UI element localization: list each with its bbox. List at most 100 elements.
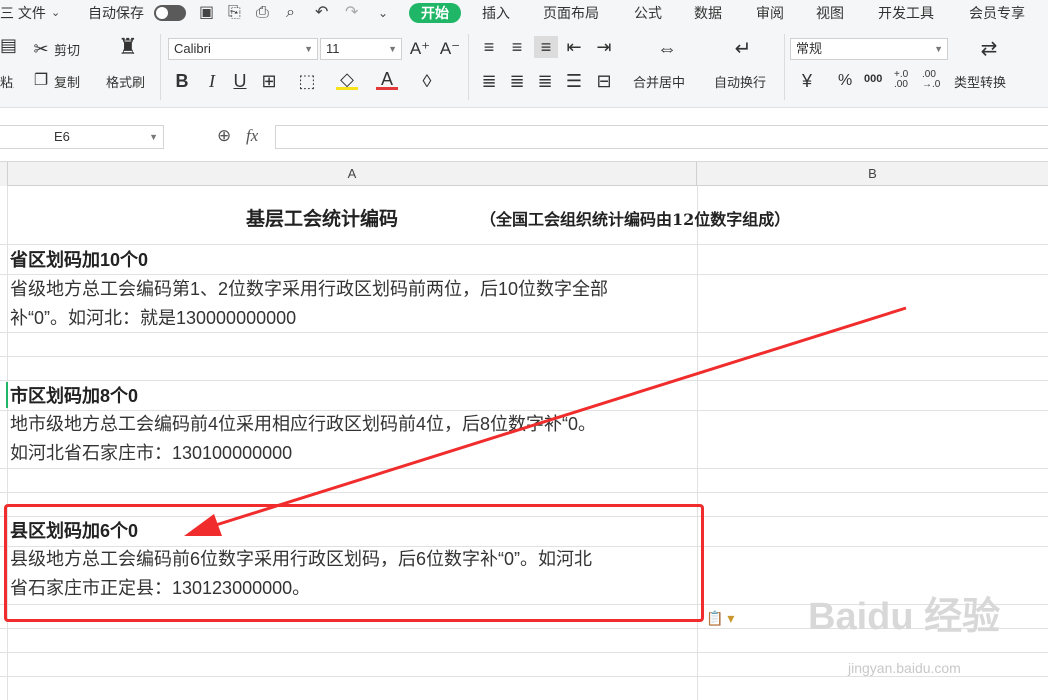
scissors-icon[interactable]: ✂ — [30, 38, 52, 60]
print-preview-icon[interactable]: ⌕ — [286, 3, 295, 23]
ribbon: ▤ 粘贴 ✂ 剪切 ❐ 复制 ♜ 格式刷 Calibri ▼ 11 ▼ A⁺ A… — [0, 26, 1048, 108]
merge-center-button[interactable]: 合并居中 — [633, 74, 685, 92]
cut-button[interactable]: 剪切 — [54, 42, 80, 60]
border-icon[interactable]: ⊞ — [258, 70, 280, 92]
fill-pattern-icon[interactable]: ⬚ — [296, 70, 318, 92]
align-center-icon[interactable]: ≣ — [506, 70, 528, 92]
more-icon[interactable]: ⌄ — [378, 3, 388, 23]
paste-button[interactable]: 粘贴 — [0, 74, 14, 92]
increase-font-icon[interactable]: A⁺ — [408, 38, 432, 60]
format-painter-icon[interactable]: ♜ — [115, 36, 141, 58]
tab-data[interactable]: 数据 — [694, 3, 722, 23]
chevron-down-icon: ▼ — [388, 44, 397, 54]
sheet-subtitle: （全国工会组织统计编码由12位数字组成） — [480, 210, 791, 229]
underline-icon[interactable]: U — [230, 70, 250, 92]
grid-line — [697, 186, 698, 700]
tab-member[interactable]: 会员专享 — [969, 3, 1025, 23]
eraser-icon[interactable]: ◊ — [416, 70, 438, 92]
font-color-icon[interactable]: A — [376, 70, 398, 90]
column-header-a[interactable]: A — [8, 162, 697, 186]
tab-review[interactable]: 审阅 — [756, 3, 784, 23]
export-icon[interactable]: ⎘ — [228, 3, 241, 23]
name-box-value: E6 — [54, 129, 70, 144]
wrap-text-icon[interactable]: ↵ — [728, 38, 758, 60]
tab-insert[interactable]: 插入 — [482, 3, 510, 23]
grid-line — [0, 332, 1048, 333]
align-right-icon[interactable]: ≣ — [534, 70, 556, 92]
tab-formulas[interactable]: 公式 — [634, 3, 662, 23]
chevron-down-icon: ▼ — [304, 44, 313, 54]
sheet-title: 基层工会统计编码 — [246, 208, 399, 230]
formula-bar: E6 ▼ ⊕ fx — [0, 108, 1048, 160]
bold-icon[interactable]: B — [172, 70, 192, 92]
align-bottom-icon[interactable]: ≡ — [534, 36, 558, 58]
highlight-box — [4, 504, 704, 622]
paste-options-icon[interactable]: 📋 ▾ — [706, 610, 734, 627]
autosave-label: 自动保存 — [88, 5, 144, 21]
decrease-font-icon[interactable]: A⁻ — [438, 38, 462, 60]
grid-line — [0, 356, 1048, 357]
decimal-decrease-button[interactable]: .00 →.0 — [922, 70, 946, 90]
justify-icon[interactable]: ☰ — [563, 70, 585, 92]
indent-decrease-icon[interactable]: ⇤ — [563, 36, 585, 58]
wrap-text-button[interactable]: 自动换行 — [714, 74, 766, 92]
column-header-bar: A B — [0, 161, 1048, 186]
tab-page-layout[interactable]: 页面布局 — [543, 3, 599, 23]
zoom-icon[interactable]: ⊕ — [217, 126, 231, 146]
file-menu[interactable]: 三 文件 — [0, 3, 46, 23]
save-icon[interactable]: ▣ — [199, 3, 214, 23]
grid-line — [0, 492, 1048, 493]
merge-center-icon[interactable]: ⇔ — [652, 38, 682, 60]
fx-button[interactable]: fx — [246, 126, 258, 146]
tab-home[interactable]: 开始 — [409, 3, 461, 23]
undo-icon[interactable]: ↶ — [315, 3, 328, 23]
print-icon[interactable]: ⎙ — [256, 3, 269, 23]
section-text-province-line2: 补“0”。如河北：就是130000000000 — [10, 308, 297, 328]
decimal-increase-button[interactable]: +.0 .00 — [894, 70, 916, 90]
menu-bar: 三 文件 ⌄ 自动保存 ▣ ⎘ ⎙ ⌕ ↶ ↷ ⌄ 开始 插入 页面布局 公式 … — [0, 0, 1048, 26]
italic-icon[interactable]: I — [202, 70, 222, 92]
ribbon-separator — [160, 34, 161, 100]
section-heading-city: 市区划码加8个0 — [10, 386, 139, 406]
formula-input[interactable] — [275, 125, 1048, 149]
tab-developer[interactable]: 开发工具 — [878, 3, 934, 23]
grid-line — [0, 244, 1048, 245]
font-name-select[interactable]: Calibri ▼ — [168, 38, 318, 60]
fill-color-icon[interactable]: ◇ — [336, 70, 358, 90]
type-convert-button[interactable]: 类型转换 — [954, 74, 1006, 92]
thousands-button[interactable]: 000 — [864, 70, 882, 88]
grid-line — [7, 186, 8, 700]
chevron-down-icon[interactable]: ⌄ — [51, 3, 60, 23]
chevron-down-icon: ▼ — [149, 132, 158, 142]
font-size-select[interactable]: 11 ▼ — [320, 38, 402, 60]
copy-icon[interactable]: ❐ — [30, 70, 52, 92]
ribbon-separator — [784, 34, 785, 100]
number-format-select[interactable]: 常规 ▼ — [790, 38, 948, 60]
copy-button[interactable]: 复制 — [54, 74, 80, 92]
format-painter-button[interactable]: 格式刷 — [106, 74, 145, 92]
align-middle-icon[interactable]: ≡ — [506, 36, 528, 58]
paste-icon[interactable]: ▤ — [0, 34, 17, 56]
name-box[interactable]: E6 ▼ — [0, 125, 164, 149]
watermark-logo: Baidu 经验 — [808, 596, 1001, 638]
ribbon-separator — [468, 34, 469, 100]
align-left-icon[interactable]: ≣ — [478, 70, 500, 92]
grid-line — [0, 468, 1048, 469]
active-row-marker — [6, 382, 8, 408]
grid-line — [0, 380, 1048, 381]
indent-increase-icon[interactable]: ⇥ — [593, 36, 615, 58]
select-all-corner[interactable] — [0, 162, 8, 186]
watermark-url: jingyan.baidu.com — [848, 660, 961, 676]
tab-view[interactable]: 视图 — [816, 3, 844, 23]
autosave-toggle[interactable] — [154, 5, 186, 21]
section-text-province-line1: 省级地方总工会编码第1、2位数字采用行政区划码前两位，后10位数字全部 — [10, 279, 609, 299]
redo-icon[interactable]: ↷ — [345, 3, 358, 23]
align-top-icon[interactable]: ≡ — [478, 36, 500, 58]
section-text-city-line2: 如河北省石家庄市：130100000000 — [10, 443, 293, 463]
section-heading-province: 省区划码加10个0 — [10, 250, 149, 270]
distributed-icon[interactable]: ⊟ — [593, 70, 615, 92]
column-header-b[interactable]: B — [697, 162, 1048, 186]
convert-icon[interactable]: ⇄ — [974, 38, 1004, 60]
currency-icon[interactable]: ¥ — [796, 70, 818, 92]
percent-button[interactable]: % — [838, 72, 852, 90]
